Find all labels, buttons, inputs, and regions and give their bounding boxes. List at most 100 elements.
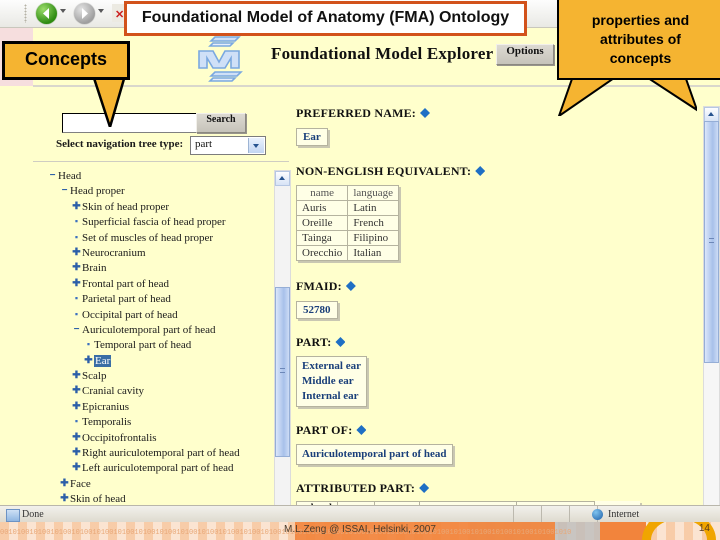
list-item[interactable]: External ear xyxy=(302,359,361,374)
tree-node[interactable]: ✚Neurocranium xyxy=(47,247,272,262)
expand-plus-icon[interactable]: ✚ xyxy=(59,478,70,489)
tree-node[interactable]: ▪ Temporal part of head xyxy=(47,339,272,354)
info-icon[interactable] xyxy=(345,281,356,291)
tree-node[interactable]: ✚Face xyxy=(47,478,272,493)
back-arrow-glyph xyxy=(43,8,49,19)
page-icon xyxy=(6,509,20,522)
expand-plus-icon[interactable]: ✚ xyxy=(71,262,82,273)
tree-scrollbar[interactable] xyxy=(274,170,291,506)
non-english-equivalent-table: name language Auris Latin Oreille French Taing… xyxy=(296,185,400,261)
info-icon[interactable] xyxy=(420,108,430,118)
annotation-properties: properties and attributes of concepts xyxy=(557,0,720,80)
expand-plus-icon[interactable]: ✚ xyxy=(71,201,82,212)
tree-node-label: Head xyxy=(58,170,82,182)
globe-icon xyxy=(592,509,603,520)
info-icon[interactable] xyxy=(356,425,367,435)
scroll-up-icon[interactable] xyxy=(704,107,719,122)
forward-history-chevron-down-icon[interactable] xyxy=(98,9,104,13)
tree-node[interactable]: − Head proper xyxy=(47,185,272,200)
leaf-bullet-icon: ▪ xyxy=(74,308,79,319)
tree-node[interactable]: ▪ Set of muscles of head proper xyxy=(47,232,272,247)
non-english-equivalent-section: NON-ENGLISH EQUIVALENT: name language Auri… xyxy=(296,164,700,261)
tree-node[interactable]: ✚Right auriculotemporal part of head xyxy=(47,447,272,462)
toolbar-grip[interactable] xyxy=(24,4,27,23)
properties-panel: PREFERRED NAME: Ear NON-ENGLISH EQUIVALE… xyxy=(296,106,700,506)
tree-node[interactable]: ✚Brain xyxy=(47,262,272,277)
leaf-bullet-icon: ▪ xyxy=(74,216,79,227)
search-button[interactable]: Search xyxy=(196,113,246,133)
tree-node[interactable]: ✚Left auriculotemporal part of head xyxy=(47,462,272,477)
tree-node-label: Skin of head xyxy=(70,493,126,506)
attributed-part-section: ATTRIBUTED PART: related partfmaidpartit… xyxy=(296,481,700,506)
tree-node-selected[interactable]: ✚ Ear xyxy=(47,354,272,370)
page-number: 14 xyxy=(698,523,710,534)
info-icon[interactable] xyxy=(419,483,430,493)
expand-plus-icon[interactable]: ✚ xyxy=(71,278,82,289)
collapse-minus-icon[interactable]: − xyxy=(59,185,70,196)
properties-scrollbar[interactable] xyxy=(703,106,720,506)
page-left-margin-lower xyxy=(0,86,33,506)
tree-node[interactable]: ✚Skin of head proper xyxy=(47,201,272,216)
status-text: Done xyxy=(22,509,44,520)
list-item[interactable]: Auriculotemporal part of head xyxy=(302,447,447,462)
annotation-properties-line2: attributes of xyxy=(600,30,681,47)
collapse-minus-icon[interactable]: − xyxy=(47,170,58,181)
navigation-tree[interactable]: − Head − Head proper ✚Skin of head proper ▪ Su… xyxy=(47,170,272,506)
tree-node-label: Epicranius xyxy=(82,400,130,413)
fmaid-section: FMAID: 52780 xyxy=(296,279,700,319)
tree-node[interactable]: − Auriculotemporal part of head xyxy=(47,324,272,339)
expand-plus-icon[interactable]: ✚ xyxy=(71,247,82,258)
list-item[interactable]: Internal ear xyxy=(302,389,361,404)
expand-plus-icon[interactable]: ✚ xyxy=(71,370,82,381)
table-header-row: name language xyxy=(296,185,400,201)
list-item[interactable]: Middle ear xyxy=(302,374,361,389)
tree-node[interactable]: ▪ Temporalis xyxy=(47,416,272,431)
tree-node[interactable]: ✚Occipitofrontalis xyxy=(47,432,272,447)
annotation-properties-line1: properties and xyxy=(591,11,690,28)
back-history-chevron-down-icon[interactable] xyxy=(60,9,66,13)
table-cell: Orecchio xyxy=(296,245,349,261)
part-section: PART: External ear Middle ear Internal ear xyxy=(296,335,700,407)
tree-node[interactable]: ✚Scalp xyxy=(47,370,272,385)
table-cell: Auris xyxy=(296,200,349,216)
tree-node-label: Brain xyxy=(82,262,107,275)
tree-node-label: Temporalis xyxy=(82,416,132,429)
properties-scrollbar-thumb[interactable] xyxy=(704,121,719,363)
expand-plus-icon[interactable]: ✚ xyxy=(83,355,94,366)
tree-node[interactable]: ✚Frontal part of head xyxy=(47,278,272,293)
preferred-name-value[interactable]: Ear xyxy=(296,128,328,146)
tree-node[interactable]: ✚Cranial cavity xyxy=(47,385,272,400)
expand-plus-icon[interactable]: ✚ xyxy=(71,385,82,396)
tree-node[interactable]: ▪ Occipital part of head xyxy=(47,309,272,324)
table-header-cell: language xyxy=(347,185,400,201)
chevron-down-icon[interactable] xyxy=(248,138,264,153)
tree-node-label: Frontal part of head xyxy=(82,277,170,290)
expand-plus-icon[interactable]: ✚ xyxy=(59,493,70,504)
tree-type-select[interactable]: part xyxy=(190,136,266,155)
tree-node[interactable]: ▪ Parietal part of head xyxy=(47,293,272,308)
options-button[interactable]: Options xyxy=(496,44,554,65)
back-arrow-icon[interactable] xyxy=(36,3,57,24)
fmaid-value[interactable]: 52780 xyxy=(296,301,338,319)
scroll-up-icon[interactable] xyxy=(275,171,290,186)
status-bar: Done Internet xyxy=(0,505,720,523)
leaf-bullet-icon: ▪ xyxy=(86,339,91,350)
fma-logo-icon xyxy=(198,36,243,82)
info-icon[interactable] xyxy=(335,337,346,347)
annotation-title-banner: Foundational Model of Anatomy (FMA) Onto… xyxy=(124,1,527,36)
info-icon[interactable] xyxy=(475,166,486,176)
tree-scrollbar-thumb[interactable] xyxy=(275,287,290,457)
expand-plus-icon[interactable]: ✚ xyxy=(71,447,82,458)
tree-node-label: Set of muscles of head proper xyxy=(82,231,214,244)
tree-node[interactable]: − Head xyxy=(47,170,272,185)
expand-plus-icon[interactable]: ✚ xyxy=(71,432,82,443)
tree-node[interactable]: ✚Epicranius xyxy=(47,401,272,416)
expand-plus-icon[interactable]: ✚ xyxy=(71,462,82,473)
tree-node[interactable]: ▪ Superficial fascia of head proper xyxy=(47,216,272,231)
forward-arrow-icon[interactable] xyxy=(74,3,95,24)
tree-type-value: part xyxy=(195,138,213,150)
collapse-minus-icon[interactable]: − xyxy=(71,324,82,335)
expand-plus-icon[interactable]: ✚ xyxy=(71,401,82,412)
table-cell: French xyxy=(347,215,400,231)
table-row: Tainga Filipino xyxy=(296,230,400,246)
